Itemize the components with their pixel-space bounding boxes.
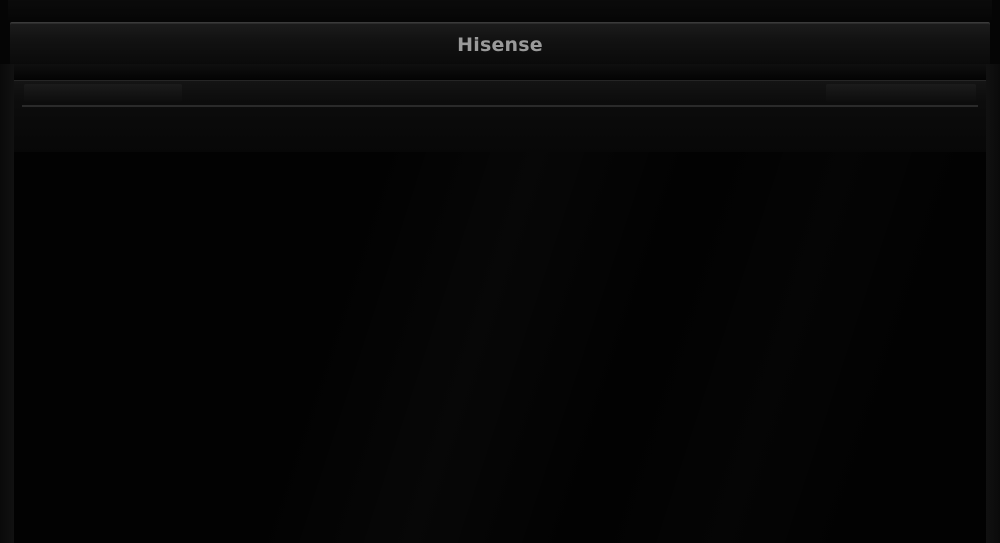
brand-logo: Hisense [457,34,543,56]
dishwasher-front: Hisense [0,0,1000,543]
side-edge-left [0,64,14,543]
side-edge-right [986,64,1000,543]
handle-edge [22,105,978,107]
door-handle[interactable] [14,80,986,153]
top-strip [8,0,992,20]
handle-grip-left [24,84,182,102]
glass-door-panel [14,152,986,543]
panel-gap [14,64,986,80]
handle-grip-right [826,84,976,102]
control-panel: Hisense [10,22,990,66]
